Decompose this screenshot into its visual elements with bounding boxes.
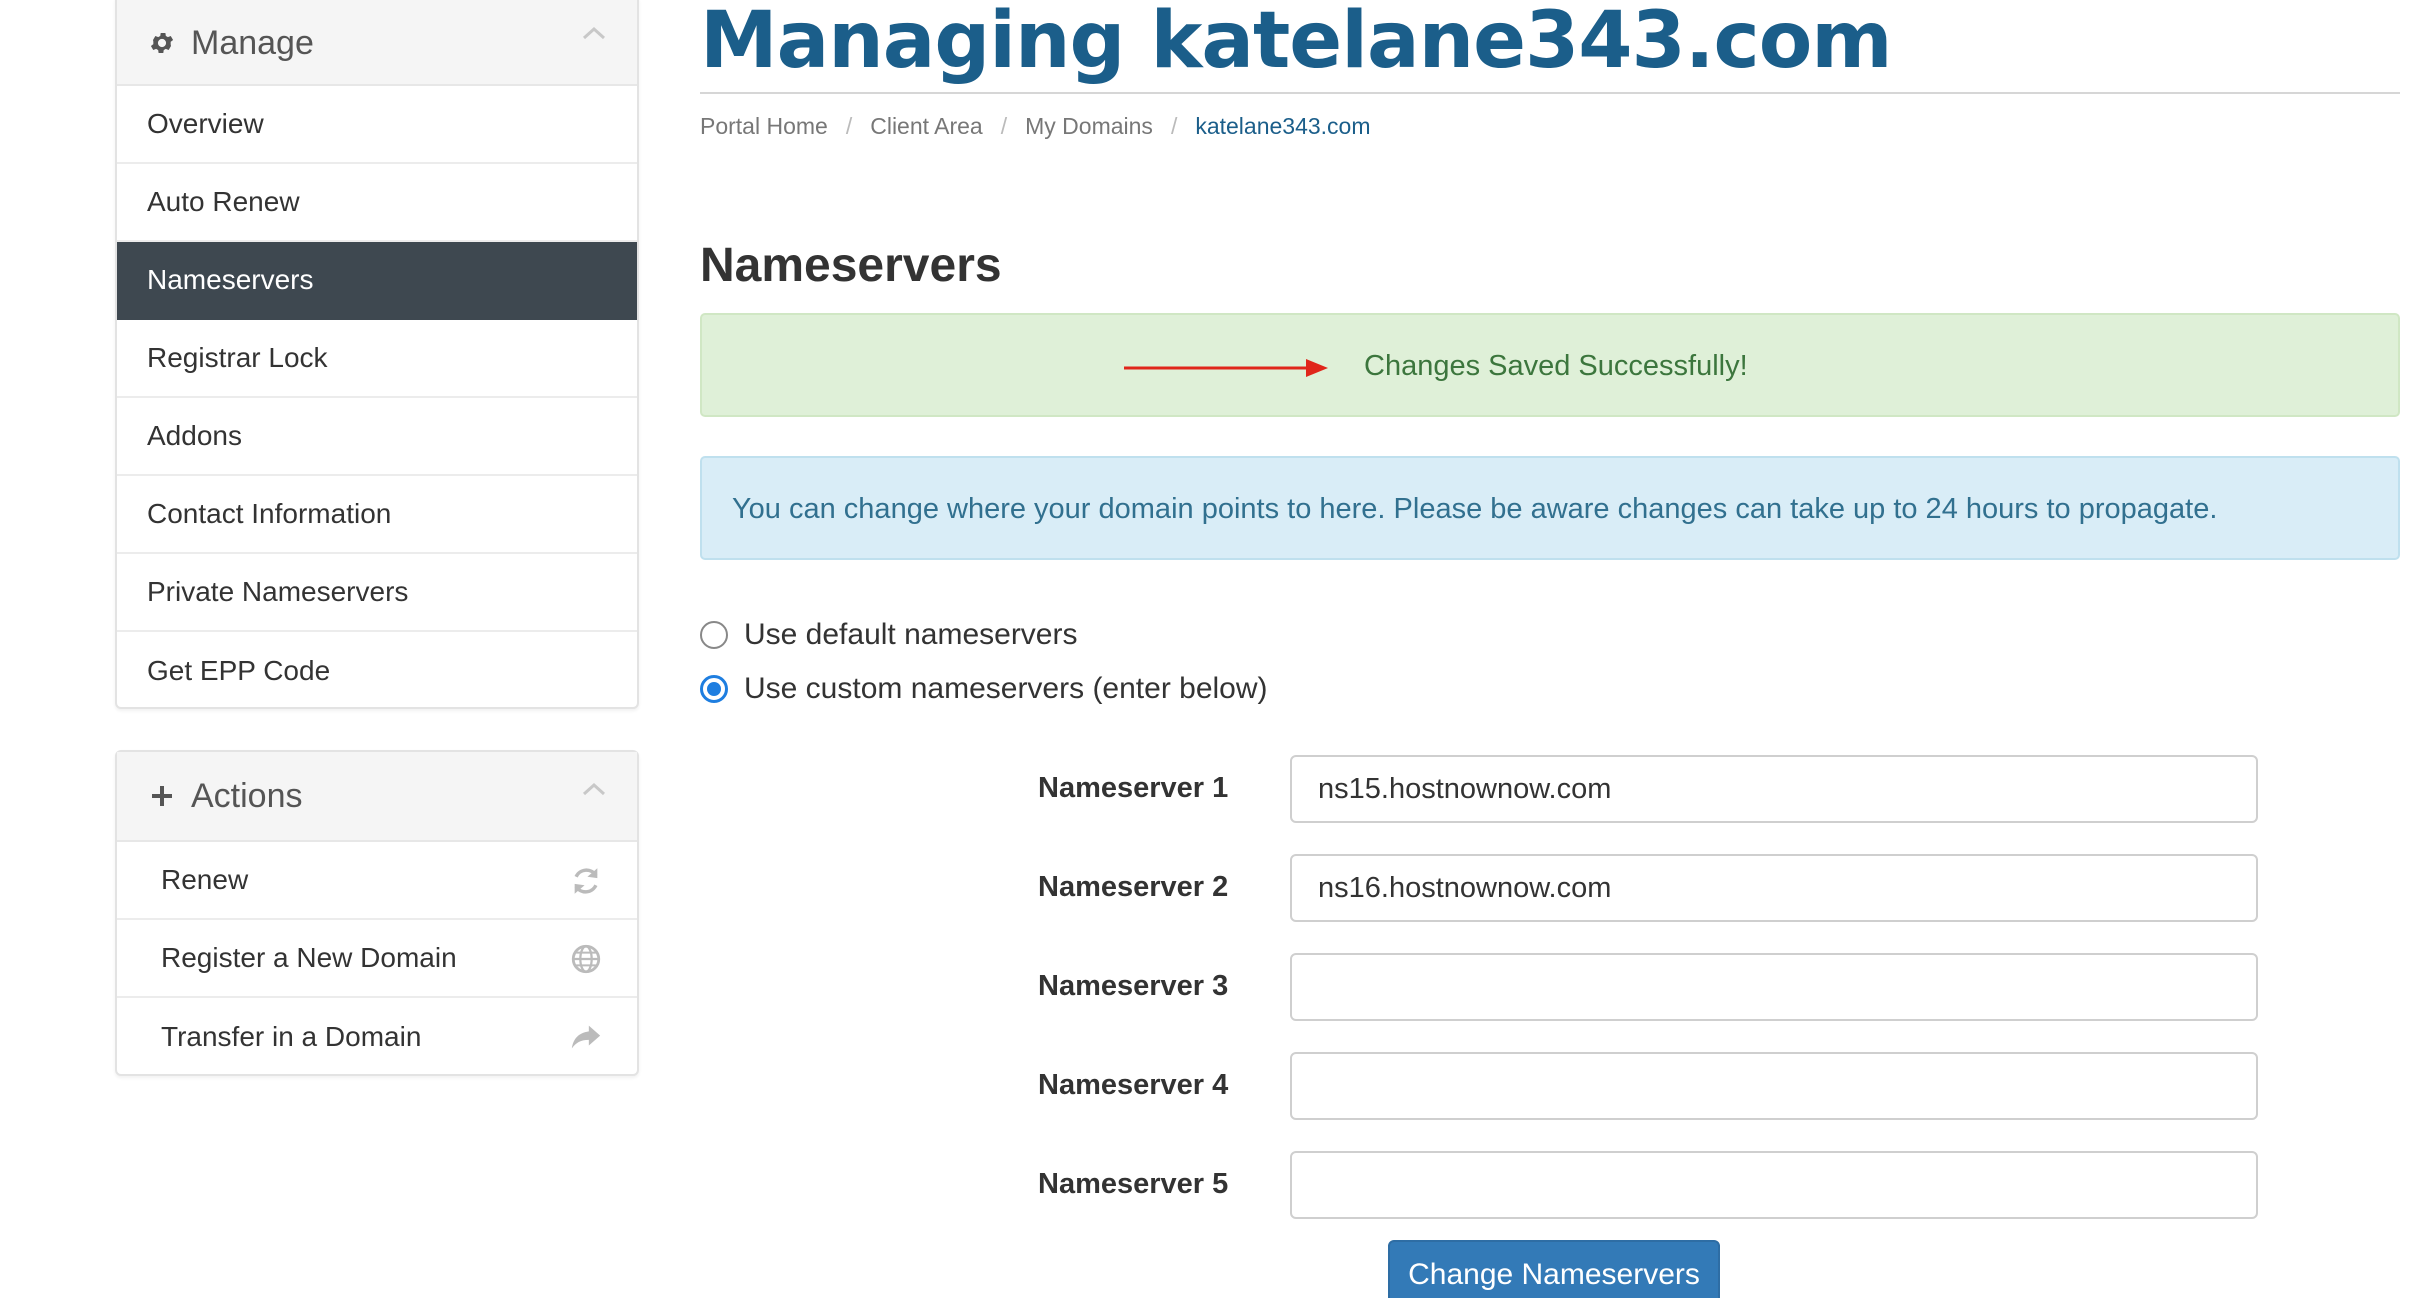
share-arrow-icon (569, 1020, 603, 1054)
gear-icon (147, 28, 177, 58)
sidebar-item-nameservers[interactable]: Nameservers (117, 242, 637, 320)
breadcrumb-separator: / (845, 113, 853, 139)
breadcrumb-current-domain: katelane343.com (1195, 113, 1371, 139)
breadcrumb-separator: / (1000, 113, 1008, 139)
breadcrumb-client-area[interactable]: Client Area (870, 113, 983, 140)
nameserver-row-4: Nameserver 4 (700, 1052, 2260, 1120)
chevron-up-icon[interactable] (581, 780, 607, 798)
success-alert: Changes Saved Successfully! (700, 313, 2400, 417)
action-renew[interactable]: Renew (117, 842, 637, 920)
nameserver-label: Nameserver 1 (1038, 772, 1229, 804)
nameserver-label: Nameserver 2 (1038, 871, 1229, 903)
action-label: Register a New Domain (161, 942, 457, 973)
actions-panel: Actions Renew Register a New Domain Tran… (115, 750, 639, 1076)
section-title: Nameservers (700, 239, 1002, 292)
sidebar-item-addons[interactable]: Addons (117, 398, 637, 476)
sidebar-item-contact-information[interactable]: Contact Information (117, 476, 637, 554)
success-message: Changes Saved Successfully! (1364, 350, 1748, 382)
breadcrumb: Portal Home / Client Area / My Domains /… (700, 113, 1371, 140)
nameserver-row-1: Nameserver 1 (700, 755, 2260, 823)
plus-icon (147, 781, 177, 811)
sidebar-item-label: Private Nameservers (147, 576, 409, 607)
chevron-up-icon[interactable] (581, 24, 607, 42)
sidebar-item-label: Overview (147, 108, 264, 139)
page-title: Managing katelane343.com (700, 0, 1893, 86)
manage-panel-header[interactable]: Manage (117, 0, 637, 86)
globe-icon (569, 942, 603, 976)
action-register-new-domain[interactable]: Register a New Domain (117, 920, 637, 998)
sidebar-item-private-nameservers[interactable]: Private Nameservers (117, 554, 637, 632)
custom-nameservers-option[interactable]: Use custom nameservers (enter below) (700, 672, 1268, 706)
radio-label: Use default nameservers (744, 618, 1078, 651)
radio-custom-nameservers[interactable] (700, 675, 728, 703)
breadcrumb-my-domains[interactable]: My Domains (1025, 113, 1153, 140)
breadcrumb-portal-home[interactable]: Portal Home (700, 113, 828, 140)
refresh-icon (569, 864, 603, 898)
radio-default-nameservers[interactable] (700, 621, 728, 649)
manage-panel-title: Manage (191, 23, 314, 62)
sidebar-item-label: Addons (147, 420, 242, 451)
annotation-arrow-icon (1124, 359, 1328, 377)
sidebar-item-label: Nameservers (147, 264, 314, 295)
default-nameservers-option[interactable]: Use default nameservers (700, 618, 1078, 652)
action-label: Transfer in a Domain (161, 1021, 422, 1052)
breadcrumb-separator: / (1170, 113, 1178, 139)
info-alert: You can change where your domain points … (700, 456, 2400, 560)
nameserver-label: Nameserver 5 (1038, 1168, 1229, 1200)
action-label: Renew (161, 864, 249, 895)
sidebar-item-auto-renew[interactable]: Auto Renew (117, 164, 637, 242)
change-nameservers-button[interactable]: Change Nameservers (1388, 1240, 1720, 1298)
actions-panel-title: Actions (191, 776, 303, 815)
nameserver-row-2: Nameserver 2 (700, 854, 2260, 922)
sidebar-item-label: Registrar Lock (147, 342, 328, 373)
nameserver-3-input[interactable] (1290, 953, 2258, 1021)
nameserver-label: Nameserver 3 (1038, 970, 1229, 1002)
manage-panel: Manage Overview Auto Renew Nameservers R… (115, 0, 639, 709)
nameserver-5-input[interactable] (1290, 1151, 2258, 1219)
sidebar-item-registrar-lock[interactable]: Registrar Lock (117, 320, 637, 398)
nameserver-2-input[interactable] (1290, 854, 2258, 922)
nameserver-1-input[interactable] (1290, 755, 2258, 823)
nameserver-4-input[interactable] (1290, 1052, 2258, 1120)
nameserver-label: Nameserver 4 (1038, 1069, 1229, 1101)
title-divider (700, 92, 2400, 94)
nameserver-row-3: Nameserver 3 (700, 953, 2260, 1021)
sidebar-item-label: Get EPP Code (147, 655, 331, 686)
radio-label: Use custom nameservers (enter below) (744, 672, 1268, 705)
sidebar-item-label: Contact Information (147, 498, 392, 529)
info-message: You can change where your domain points … (732, 493, 2218, 525)
sidebar-item-get-epp-code[interactable]: Get EPP Code (117, 632, 637, 710)
actions-panel-header[interactable]: Actions (117, 752, 637, 842)
sidebar-item-label: Auto Renew (147, 186, 300, 217)
sidebar-item-overview[interactable]: Overview (117, 86, 637, 164)
action-transfer-domain[interactable]: Transfer in a Domain (117, 998, 637, 1076)
nameserver-row-5: Nameserver 5 (700, 1151, 2260, 1219)
